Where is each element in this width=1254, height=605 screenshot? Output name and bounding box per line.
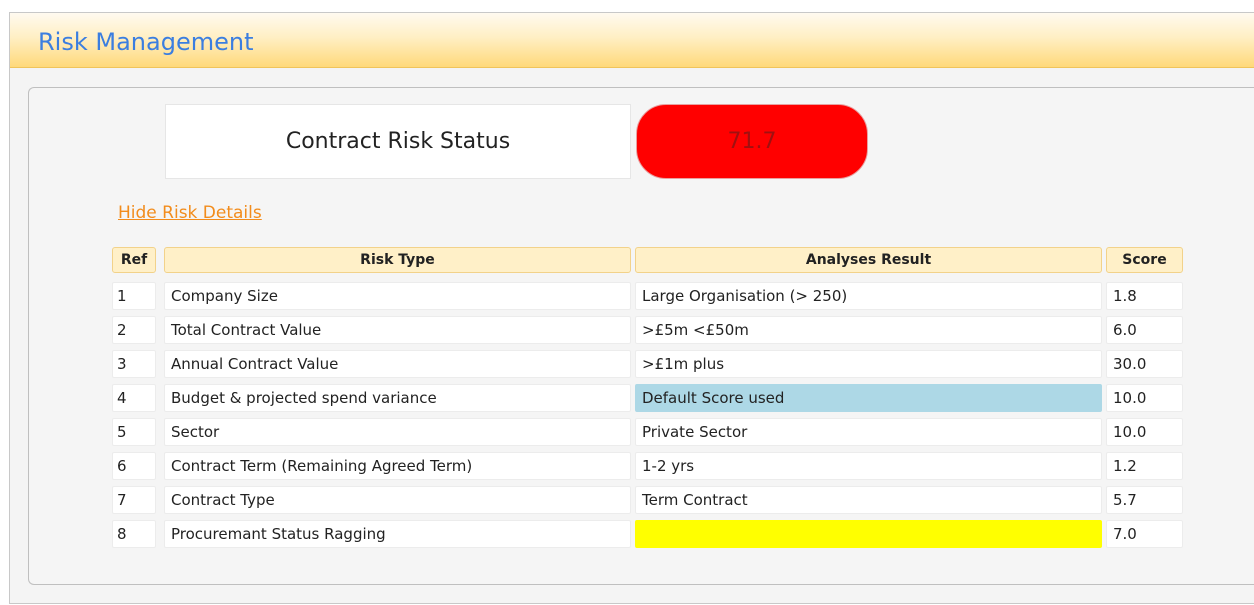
cell-ref: 1	[112, 282, 156, 310]
column-header-risk-type: Risk Type	[164, 247, 631, 273]
cell-risk-type: Procuremant Status Ragging	[164, 520, 631, 548]
cell-analyses-result: >£1m plus	[635, 350, 1102, 378]
cell-analyses-result: Private Sector	[635, 418, 1102, 446]
cell-analyses-result: >£5m <£50m	[635, 316, 1102, 344]
cell-score: 7.0	[1106, 520, 1183, 548]
column-header-score: Score	[1106, 247, 1183, 273]
header-bar: Risk Management	[10, 13, 1254, 68]
cell-risk-type: Budget & projected spend variance	[164, 384, 631, 412]
cell-analyses-result	[635, 520, 1102, 548]
cell-score: 1.8	[1106, 282, 1183, 310]
column-header-ref: Ref	[112, 247, 156, 273]
cell-score: 30.0	[1106, 350, 1183, 378]
cell-ref: 2	[112, 316, 156, 344]
cell-analyses-result: 1-2 yrs	[635, 452, 1102, 480]
risk-management-window: Risk Management Contract Risk Status 71.…	[9, 12, 1254, 604]
cell-ref: 5	[112, 418, 156, 446]
cell-risk-type: Contract Type	[164, 486, 631, 514]
risk-score-value: 71.7	[727, 129, 777, 154]
cell-ref: 6	[112, 452, 156, 480]
cell-risk-type: Contract Term (Remaining Agreed Term)	[164, 452, 631, 480]
cell-analyses-result: Term Contract	[635, 486, 1102, 514]
risk-score-badge: 71.7	[636, 104, 868, 179]
cell-analyses-result: Large Organisation (> 250)	[635, 282, 1102, 310]
cell-risk-type: Annual Contract Value	[164, 350, 631, 378]
page-title: Risk Management	[38, 28, 254, 56]
cell-ref: 3	[112, 350, 156, 378]
cell-risk-type: Sector	[164, 418, 631, 446]
cell-score: 10.0	[1106, 384, 1183, 412]
cell-analyses-result: Default Score used	[635, 384, 1102, 412]
cell-risk-type: Total Contract Value	[164, 316, 631, 344]
cell-ref: 8	[112, 520, 156, 548]
cell-score: 6.0	[1106, 316, 1183, 344]
cell-risk-type: Company Size	[164, 282, 631, 310]
cell-ref: 4	[112, 384, 156, 412]
cell-score: 5.7	[1106, 486, 1183, 514]
cell-ref: 7	[112, 486, 156, 514]
cell-score: 10.0	[1106, 418, 1183, 446]
column-header-analyses-result: Analyses Result	[635, 247, 1102, 273]
hide-risk-details-link[interactable]: Hide Risk Details	[118, 203, 262, 223]
cell-score: 1.2	[1106, 452, 1183, 480]
risk-panel: Contract Risk Status 71.7 Hide Risk Deta…	[28, 87, 1254, 585]
contract-risk-status-box: Contract Risk Status	[165, 104, 631, 179]
contract-risk-status-label: Contract Risk Status	[285, 129, 511, 154]
